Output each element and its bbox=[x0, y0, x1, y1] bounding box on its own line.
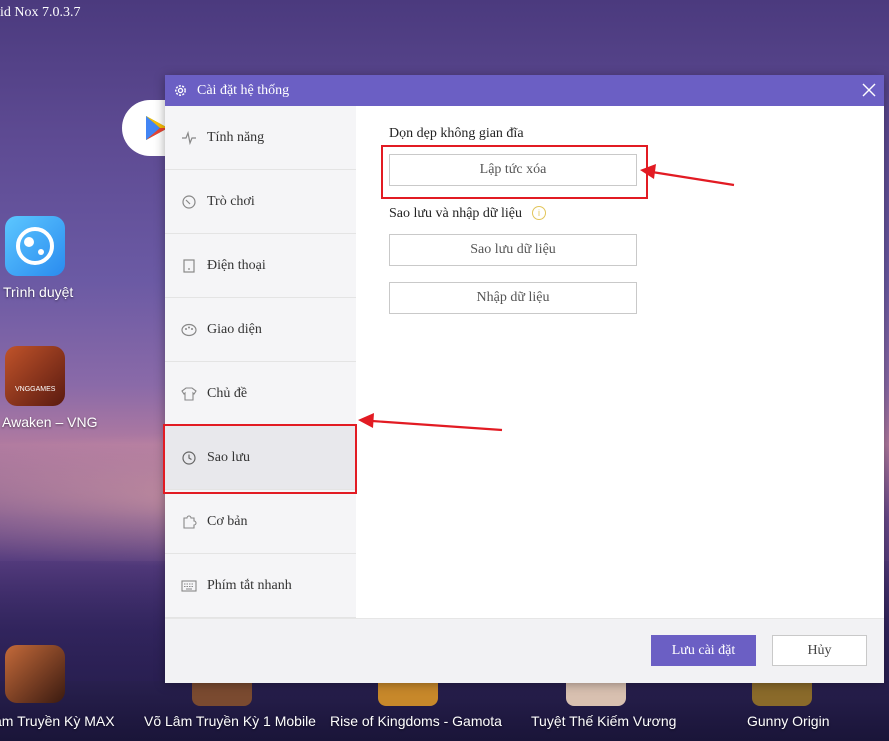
sidebar-item-shortcuts[interactable]: Phím tắt nhanh bbox=[165, 554, 356, 618]
sidebar-item-games[interactable]: Trò chơi bbox=[165, 170, 356, 234]
globe-icon bbox=[16, 227, 54, 265]
dock-app-label[interactable]: Gunny Origin bbox=[747, 713, 829, 729]
awaken-app-label[interactable]: Awaken – VNG bbox=[2, 414, 97, 430]
emulator-title: id Nox 7.0.3.7 bbox=[0, 5, 81, 20]
annotation-box-clean bbox=[381, 145, 648, 199]
browser-app-label[interactable]: Trình duyệt bbox=[3, 284, 73, 300]
palette-icon bbox=[181, 323, 197, 337]
dock-app-label[interactable]: âm Truyền Kỳ MAX bbox=[0, 713, 115, 729]
sidebar-item-basic[interactable]: Cơ bản bbox=[165, 490, 356, 554]
info-icon[interactable]: i bbox=[532, 206, 546, 220]
cancel-button[interactable]: Hủy bbox=[772, 635, 867, 666]
sidebar-item-label: Trò chơi bbox=[207, 194, 255, 209]
close-icon[interactable] bbox=[862, 83, 876, 97]
sidebar-item-label: Giao diện bbox=[207, 322, 262, 337]
dialog-title: Cài đặt hệ thống bbox=[197, 83, 290, 98]
sidebar-item-label: Chủ đề bbox=[207, 386, 248, 401]
phone-icon bbox=[183, 259, 195, 273]
sidebar-item-label: Điện thoại bbox=[207, 258, 266, 273]
save-settings-button[interactable]: Lưu cài đặt bbox=[651, 635, 756, 666]
browser-app-icon[interactable] bbox=[5, 216, 65, 276]
gear-icon bbox=[175, 85, 186, 96]
sidebar-item-phone[interactable]: Điện thoại bbox=[165, 234, 356, 298]
sidebar-item-label: Phím tắt nhanh bbox=[207, 578, 292, 593]
sidebar-item-label: Tính năng bbox=[207, 130, 265, 145]
import-data-button[interactable]: Nhập dữ liệu bbox=[389, 282, 637, 314]
dock-app-label[interactable]: Tuyệt Thế Kiếm Vương bbox=[531, 713, 676, 729]
backup-data-button[interactable]: Sao lưu dữ liệu bbox=[389, 234, 637, 266]
sidebar-item-features[interactable]: Tính năng bbox=[165, 106, 356, 170]
awaken-app-icon[interactable]: VNGGAMES bbox=[5, 346, 65, 406]
pulse-icon bbox=[182, 130, 196, 146]
sidebar-item-theme[interactable]: Chủ đề bbox=[165, 362, 356, 426]
dock-app-label[interactable]: Võ Lâm Truyền Kỳ 1 Mobile bbox=[144, 713, 316, 729]
settings-sidebar: Tính năng Trò chơi Điện thoại Giao diện … bbox=[165, 106, 357, 618]
annotation-box-backup bbox=[163, 424, 357, 494]
sidebar-item-label: Cơ bản bbox=[207, 514, 248, 529]
dialog-footer: Lưu cài đặt Hủy bbox=[165, 618, 884, 683]
shirt-icon bbox=[181, 387, 197, 401]
keyboard-icon bbox=[181, 580, 197, 592]
disk-cleanup-title: Dọn dẹp không gian đĩa bbox=[389, 126, 524, 141]
dialog-header: Cài đặt hệ thống bbox=[165, 75, 884, 106]
backup-section-title: Sao lưu và nhập dữ liệu bbox=[389, 206, 522, 221]
gamepad-icon bbox=[182, 195, 196, 209]
puzzle-icon bbox=[183, 515, 197, 529]
dock-app-label[interactable]: Rise of Kingdoms - Gamota bbox=[330, 713, 502, 729]
sidebar-item-interface[interactable]: Giao diện bbox=[165, 298, 356, 362]
dock-app-icon[interactable] bbox=[5, 645, 65, 703]
vng-badge: VNGGAMES bbox=[15, 386, 56, 393]
